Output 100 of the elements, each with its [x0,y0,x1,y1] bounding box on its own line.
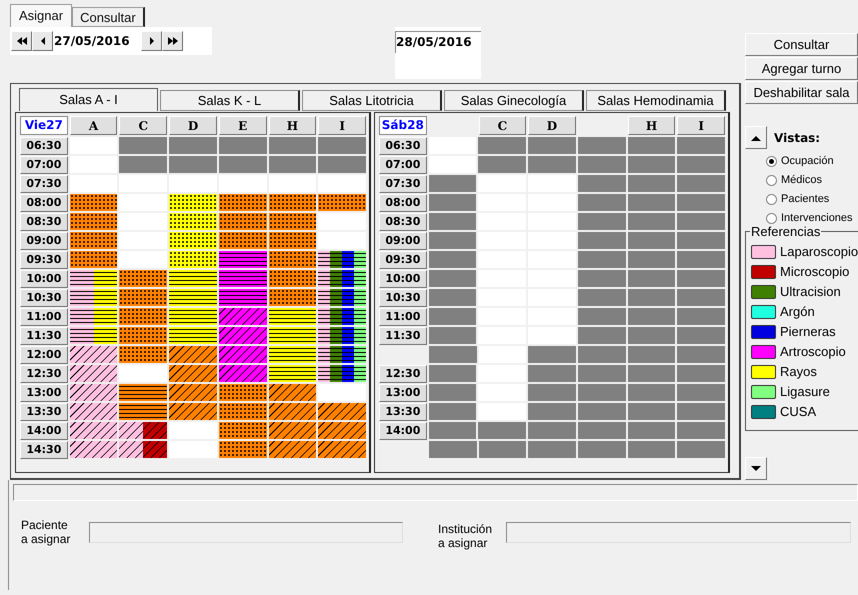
time-slot-button[interactable]: 08:00 [20,194,68,212]
tab[interactable]: Asignar [10,4,72,27]
time-slot-button[interactable]: 13:30 [379,403,427,421]
booking-segment[interactable] [354,251,366,268]
time-slot-button[interactable]: 13:00 [20,384,68,402]
booking-segment[interactable] [354,289,366,306]
booking-segment[interactable] [268,289,316,306]
booking-segment[interactable] [70,365,118,382]
booking-segment[interactable] [268,232,316,249]
room-column-header[interactable]: A [70,116,118,135]
time-slot-button[interactable]: 13:00 [379,384,427,402]
booking-segment[interactable] [318,194,366,211]
booking-segment[interactable] [318,403,366,420]
text-field[interactable] [506,522,851,543]
booking-segment[interactable] [268,403,316,420]
booking-segment[interactable] [342,365,354,382]
booking-segment[interactable] [70,251,118,268]
time-slot-button[interactable]: 06:30 [379,137,427,155]
time-slot-button[interactable]: 11:30 [379,327,427,345]
booking-segment[interactable] [318,422,366,439]
booking-segment[interactable] [94,308,118,325]
radio-button[interactable] [766,175,777,186]
booking-segment[interactable] [342,270,354,287]
time-slot-button[interactable]: 07:00 [20,156,68,174]
room-tab[interactable]: Salas K - L [160,90,300,111]
booking-segment[interactable] [70,327,94,344]
booking-segment[interactable] [268,213,316,230]
booking-segment[interactable] [318,270,330,287]
booking-segment[interactable] [119,441,144,458]
booking-segment[interactable] [268,384,316,401]
booking-segment[interactable] [318,251,330,268]
time-slot-button[interactable]: 07:00 [379,156,427,174]
booking-segment[interactable] [318,308,330,325]
booking-segment[interactable] [268,422,316,439]
booking-segment[interactable] [268,327,316,344]
booking-segment[interactable] [143,422,168,439]
booking-segment[interactable] [70,194,118,211]
booking-segment[interactable] [354,365,366,382]
radio-button[interactable] [766,156,777,167]
booking-segment[interactable] [218,422,267,439]
booking-segment[interactable] [143,441,168,458]
room-column-header[interactable]: C [119,116,168,135]
time-slot-button[interactable]: 13:30 [20,403,68,421]
booking-segment[interactable] [218,289,267,306]
booking-segment[interactable] [169,384,217,401]
booking-segment[interactable] [70,384,118,401]
time-slot-button[interactable]: 14:00 [379,422,427,440]
booking-segment[interactable] [268,194,316,211]
booking-segment[interactable] [94,270,118,287]
room-column-header[interactable]: C [478,116,526,135]
time-slot-button[interactable]: 12:00 [20,346,68,364]
room-column-header[interactable]: H [268,116,316,135]
booking-segment[interactable] [342,289,354,306]
booking-segment[interactable] [218,251,267,268]
action-button[interactable]: Agregar turno [745,57,858,80]
booking-segment[interactable] [70,232,118,249]
booking-segment[interactable] [218,232,267,249]
booking-segment[interactable] [169,289,217,306]
radio-button[interactable] [766,213,777,224]
booking-segment[interactable] [318,327,330,344]
booking-segment[interactable] [70,213,118,230]
time-slot-button[interactable]: 09:00 [20,232,68,250]
booking-segment[interactable] [318,441,366,458]
booking-segment[interactable] [169,251,217,268]
booking-segment[interactable] [218,270,267,287]
time-slot-button[interactable]: 09:00 [379,232,427,250]
time-slot-button[interactable]: 09:30 [20,251,68,269]
booking-segment[interactable] [268,346,316,363]
time-slot-button[interactable]: 11:00 [379,308,427,326]
room-column-header[interactable]: D [169,116,217,135]
time-slot-button[interactable]: 10:30 [20,289,68,307]
booking-segment[interactable] [169,213,217,230]
booking-segment[interactable] [218,346,267,363]
room-tab[interactable]: Salas A - I [19,88,158,111]
booking-segment[interactable] [119,289,168,306]
time-slot-button[interactable]: 11:00 [20,308,68,326]
booking-segment[interactable] [354,327,366,344]
room-column-header[interactable]: I [318,116,366,135]
booking-segment[interactable] [169,365,217,382]
time-slot-button[interactable]: 11:30 [20,327,68,345]
time-slot-button[interactable]: 08:30 [379,213,427,231]
time-slot-button[interactable]: 12:30 [20,365,68,383]
radio-button[interactable] [766,194,777,205]
booking-segment[interactable] [119,346,168,363]
booking-segment[interactable] [94,327,118,344]
action-button[interactable]: Consultar [745,33,858,56]
booking-segment[interactable] [70,308,94,325]
booking-segment[interactable] [70,346,118,363]
booking-segment[interactable] [342,251,354,268]
time-slot-button[interactable]: 10:30 [379,289,427,307]
time-slot-button[interactable]: 12:30 [379,365,427,383]
time-slot-button[interactable]: 08:00 [379,194,427,212]
time-slot-button[interactable]: 14:00 [20,422,68,440]
booking-segment[interactable] [218,327,267,344]
booking-segment[interactable] [318,346,330,363]
booking-segment[interactable] [268,441,316,458]
booking-segment[interactable] [268,308,316,325]
booking-segment[interactable] [119,403,168,420]
booking-segment[interactable] [169,270,217,287]
booking-segment[interactable] [119,308,168,325]
